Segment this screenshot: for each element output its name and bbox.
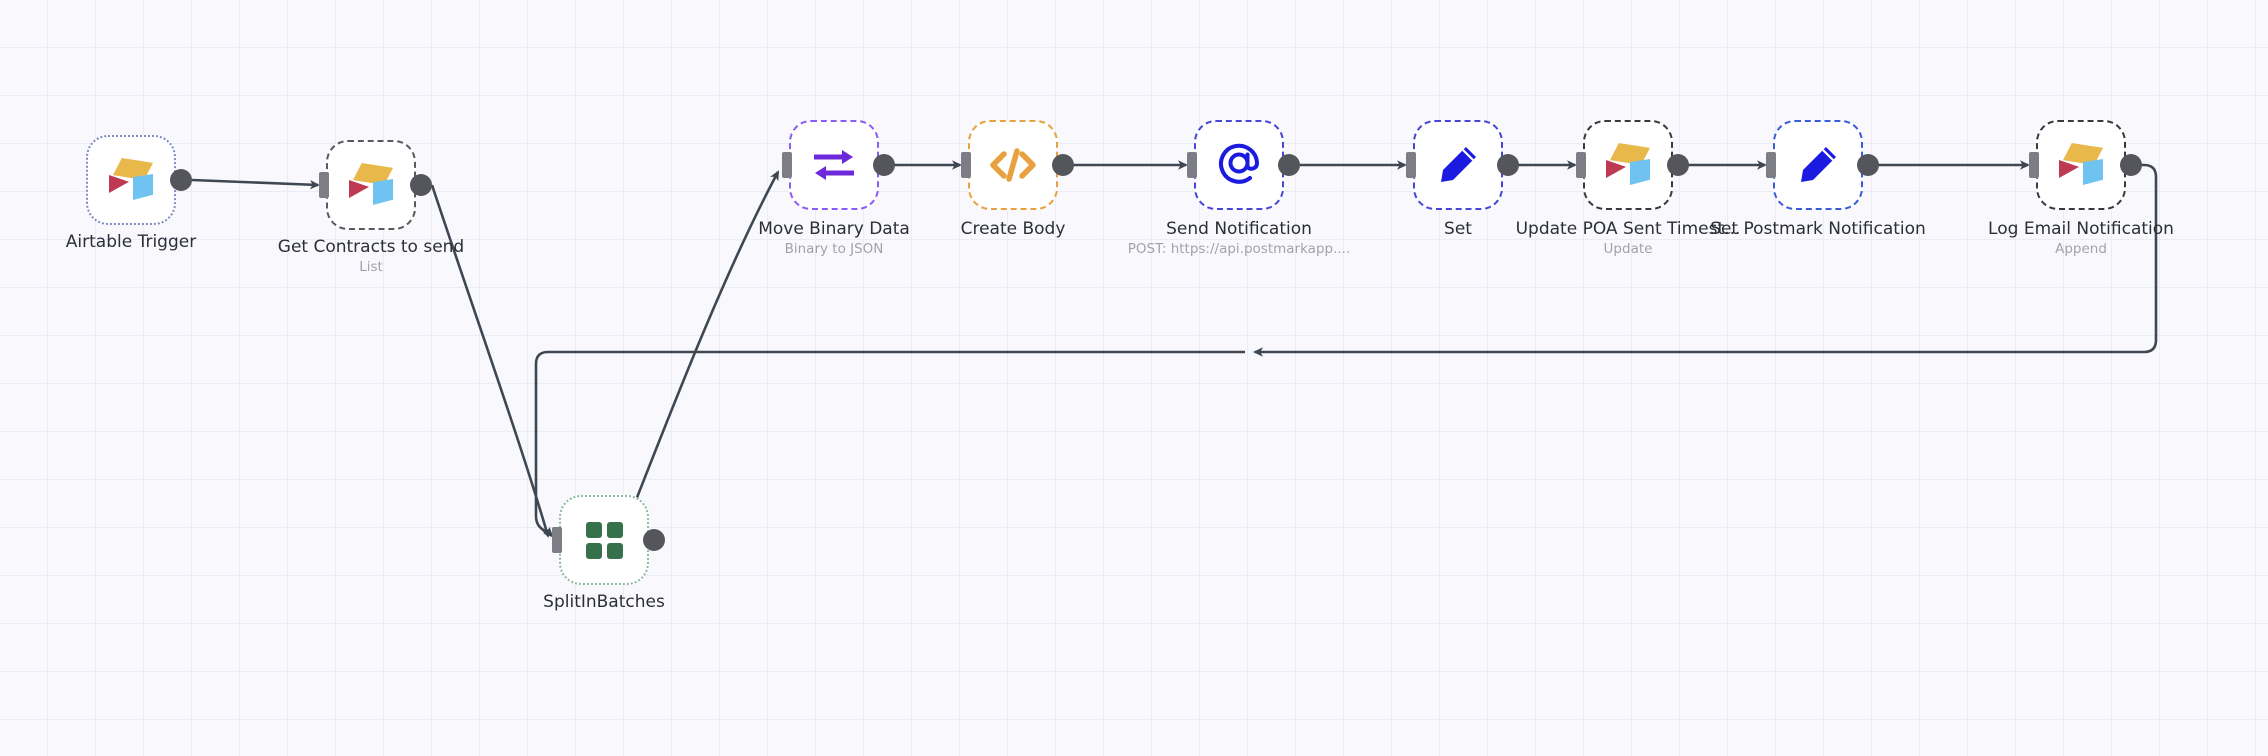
input-endpoint-log-email-notification[interactable] <box>2029 152 2039 178</box>
airtable-icon <box>2053 137 2109 193</box>
pencil-icon <box>1790 137 1846 193</box>
node-label-set: Set <box>1444 219 1472 239</box>
pencil-icon <box>1430 137 1486 193</box>
output-endpoint-update-poa-sent-timestamp[interactable] <box>1667 154 1689 176</box>
node-update-poa-sent-timestamp[interactable] <box>1583 120 1673 210</box>
input-endpoint-get-contracts-to-send[interactable] <box>319 172 329 198</box>
node-set[interactable] <box>1413 120 1503 210</box>
node-subtitle-move-binary-data: Binary to JSON <box>784 241 884 257</box>
edge-split-to-movebinary <box>621 170 780 534</box>
node-send-notification[interactable] <box>1194 120 1284 210</box>
node-label-set-postmark-notification: Set Postmark Notification <box>1710 219 1926 239</box>
output-endpoint-set[interactable] <box>1497 154 1519 176</box>
airtable-icon <box>103 152 159 208</box>
input-endpoint-set[interactable] <box>1406 152 1416 178</box>
node-label-update-poa-sent-timestamp: Update POA Sent Timest... <box>1515 219 1741 239</box>
output-endpoint-split-in-batches[interactable] <box>643 529 665 551</box>
node-subtitle-get-contracts-to-send: List <box>359 259 383 275</box>
airtable-icon <box>1600 137 1656 193</box>
node-split-in-batches[interactable] <box>559 495 649 585</box>
output-endpoint-move-binary-data[interactable] <box>873 154 895 176</box>
swap-arrows-icon <box>806 137 862 193</box>
node-move-binary-data[interactable] <box>789 120 879 210</box>
output-endpoint-create-body[interactable] <box>1052 154 1074 176</box>
grid-squares-icon <box>576 512 632 568</box>
node-label-split-in-batches: SplitInBatches <box>543 592 665 612</box>
node-label-create-body: Create Body <box>960 219 1066 239</box>
input-endpoint-split-in-batches[interactable] <box>552 527 562 553</box>
connection-edges-layer <box>191 160 2158 538</box>
input-endpoint-update-poa-sent-timestamp[interactable] <box>1576 152 1586 178</box>
node-label-get-contracts-to-send: Get Contracts to send <box>277 237 465 257</box>
node-create-body[interactable] <box>968 120 1058 210</box>
input-endpoint-create-body[interactable] <box>961 152 971 178</box>
node-get-contracts-to-send[interactable] <box>326 140 416 230</box>
output-endpoint-log-email-notification[interactable] <box>2120 154 2142 176</box>
node-subtitle-log-email-notification: Append <box>2055 241 2107 257</box>
node-subtitle-send-notification: POST: https://api.postmarkapp.... <box>1127 241 1351 257</box>
node-airtable-trigger[interactable] <box>86 135 176 225</box>
airtable-icon <box>343 157 399 213</box>
output-endpoint-airtable-trigger[interactable] <box>170 169 192 191</box>
input-endpoint-move-binary-data[interactable] <box>782 152 792 178</box>
input-endpoint-send-notification[interactable] <box>1187 152 1197 178</box>
node-subtitle-update-poa-sent-timestamp: Update <box>1603 241 1653 257</box>
output-endpoint-send-notification[interactable] <box>1278 154 1300 176</box>
node-log-email-notification[interactable] <box>2036 120 2126 210</box>
node-label-log-email-notification: Log Email Notification <box>1988 219 2174 239</box>
input-endpoint-set-postmark-notification[interactable] <box>1766 152 1776 178</box>
at-sign-icon <box>1211 137 1267 193</box>
workflow-canvas[interactable]: Airtable Trigger Get Contracts to send L… <box>0 0 2268 756</box>
node-set-postmark-notification[interactable] <box>1773 120 1863 210</box>
edge-logemail-loopback-to-split <box>1253 163 2158 357</box>
output-endpoint-set-postmark-notification[interactable] <box>1857 154 1879 176</box>
node-label-move-binary-data: Move Binary Data <box>758 219 910 239</box>
node-label-send-notification: Send Notification <box>1166 219 1312 239</box>
node-label-airtable-trigger: Airtable Trigger <box>65 232 197 252</box>
output-endpoint-get-contracts-to-send[interactable] <box>410 174 432 196</box>
edge-airtable-to-contracts <box>191 178 320 190</box>
code-icon <box>985 137 1041 193</box>
